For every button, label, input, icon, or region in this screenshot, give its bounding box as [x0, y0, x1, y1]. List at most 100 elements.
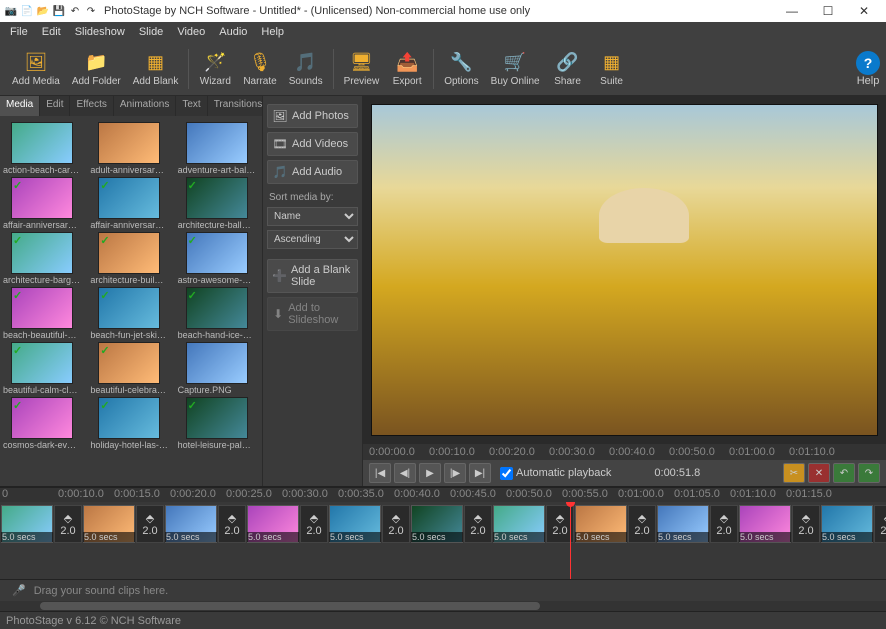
tool-share[interactable]: 🔗Share	[546, 49, 590, 89]
thumbnail-item[interactable]: ✓beach-fun-jet-ski-…	[89, 287, 169, 340]
menu-audio[interactable]: Audio	[213, 24, 253, 40]
tool-sounds[interactable]: 🎵Sounds	[283, 49, 329, 89]
undo-icon[interactable]: ↶	[68, 4, 82, 18]
add-audio-button[interactable]: 🎵Add Audio	[267, 160, 358, 184]
audio-track[interactable]: Drag your sound clips here.	[0, 579, 886, 601]
menu-help[interactable]: Help	[255, 24, 290, 40]
tab-text[interactable]: Text	[176, 96, 207, 116]
tab-effects[interactable]: Effects	[70, 96, 113, 116]
add-slideshow-button[interactable]: ⬇Add to Slideshow	[267, 297, 358, 331]
clip[interactable]: 5.0 secs	[83, 505, 135, 561]
video-icon: 🎞	[272, 137, 288, 151]
tool-narrate[interactable]: 🎙Narrate	[237, 49, 282, 89]
thumbnail-item[interactable]: ✓beach-hand-ice-cr…	[177, 287, 257, 340]
tab-animations[interactable]: Animations	[114, 96, 176, 116]
transition[interactable]: ⬘2.0	[628, 505, 656, 543]
tool-options[interactable]: 🔧Options	[438, 49, 484, 89]
tool-buy-online[interactable]: 🛒Buy Online	[485, 49, 546, 89]
clip[interactable]: 5.0 secs	[247, 505, 299, 561]
preview-panel: 0:00:00.00:00:10.00:00:20.00:00:30.00:00…	[363, 96, 886, 486]
thumbnail-item[interactable]: ✓beautiful-celebrati…	[89, 342, 169, 395]
delete-button[interactable]: ✕	[808, 463, 830, 483]
thumbnail-item[interactable]: action-beach-care…	[2, 122, 82, 175]
help-icon[interactable]: ?	[856, 51, 880, 75]
add-videos-button[interactable]: 🎞Add Videos	[267, 132, 358, 156]
sort-field-select[interactable]: Name	[267, 207, 358, 226]
tab-transitions[interactable]: Transitions	[208, 96, 270, 116]
add-photos-button[interactable]: 🖼Add Photos	[267, 104, 358, 128]
minimize-button[interactable]: —	[774, 0, 810, 22]
clip[interactable]: 5.0 secs	[821, 505, 873, 561]
thumbnail-item[interactable]: ✓holiday-hotel-las-v…	[89, 397, 169, 450]
clip[interactable]: 5.0 secs	[657, 505, 709, 561]
clip[interactable]: 5.0 secs	[411, 505, 463, 561]
thumbnail-item[interactable]: ✓architecture-barg…	[2, 232, 82, 285]
transition[interactable]: ⬘2.0	[382, 505, 410, 543]
menu-file[interactable]: File	[4, 24, 34, 40]
tab-media[interactable]: Media	[0, 96, 40, 116]
new-icon[interactable]: 📄	[20, 4, 34, 18]
thumbnail-item[interactable]: ✓hotel-leisure-palm-…	[177, 397, 257, 450]
save-icon[interactable]: 💾	[52, 4, 66, 18]
goto-end-button[interactable]: ▶|	[469, 463, 491, 483]
menu-slide[interactable]: Slide	[133, 24, 169, 40]
tool-add-blank[interactable]: ▦Add Blank	[127, 49, 185, 89]
prev-button[interactable]: ◀|	[394, 463, 416, 483]
playhead[interactable]	[570, 502, 571, 579]
thumbnail-item[interactable]: ✓beautiful-calm-clo…	[2, 342, 82, 395]
autoplay-checkbox[interactable]: Automatic playback	[500, 467, 611, 480]
thumbnail-item[interactable]: ✓astro-awesome-bl…	[177, 232, 257, 285]
timeline-track[interactable]: 5.0 secs⬘2.05.0 secs⬘2.05.0 secs⬘2.05.0 …	[0, 502, 886, 579]
transition[interactable]: ⬘2.0	[874, 505, 886, 543]
thumbnail-item[interactable]: ✓beach-beautiful-bi…	[2, 287, 82, 340]
maximize-button[interactable]: ☐	[810, 0, 846, 22]
open-icon[interactable]: 📂	[36, 4, 50, 18]
thumbnail-item[interactable]: ✓affair-anniversary…	[89, 177, 169, 230]
transition[interactable]: ⬘2.0	[54, 505, 82, 543]
redo-button[interactable]: ↷	[858, 463, 880, 483]
menu-edit[interactable]: Edit	[36, 24, 67, 40]
menu-video[interactable]: Video	[171, 24, 211, 40]
thumbnail-item[interactable]: adult-anniversary…	[89, 122, 169, 175]
add-blank-button[interactable]: ➕Add a Blank Slide	[267, 259, 358, 293]
clip[interactable]: 5.0 secs	[329, 505, 381, 561]
redo-icon[interactable]: ↷	[84, 4, 98, 18]
thumbnail-item[interactable]: ✓architecture-buildi…	[89, 232, 169, 285]
transition[interactable]: ⬘2.0	[464, 505, 492, 543]
tool-suite[interactable]: ▦Suite	[590, 49, 634, 89]
transition[interactable]: ⬘2.0	[792, 505, 820, 543]
clip[interactable]: 5.0 secs	[575, 505, 627, 561]
tab-edit[interactable]: Edit	[40, 96, 70, 116]
tool-add-media[interactable]: 🖼Add Media	[6, 49, 66, 89]
options-icon: 🔧	[449, 51, 473, 75]
thumbnail-item[interactable]: adventure-art-ball…	[177, 122, 257, 175]
tool-wizard[interactable]: 🪄Wizard	[193, 49, 237, 89]
thumbnail-item[interactable]: Capture.PNG	[177, 342, 257, 395]
play-button[interactable]: ▶	[419, 463, 441, 483]
tool-preview[interactable]: 🖥Preview	[338, 49, 386, 89]
transition[interactable]: ⬘2.0	[300, 505, 328, 543]
clip[interactable]: 5.0 secs	[1, 505, 53, 561]
transition[interactable]: ⬘2.0	[136, 505, 164, 543]
thumbnail-item[interactable]: ✓architecture-ballo…	[177, 177, 257, 230]
cut-button[interactable]: ✂	[783, 463, 805, 483]
clip[interactable]: 5.0 secs	[165, 505, 217, 561]
clip[interactable]: 5.0 secs	[493, 505, 545, 561]
close-button[interactable]: ✕	[846, 0, 882, 22]
app-icon: 📷	[4, 4, 18, 18]
timeline-ruler: 00:00:10.00:00:15.00:00:20.00:00:25.00:0…	[0, 488, 886, 502]
menu-slideshow[interactable]: Slideshow	[69, 24, 131, 40]
sort-dir-select[interactable]: Ascending	[267, 230, 358, 249]
next-button[interactable]: |▶	[444, 463, 466, 483]
transition[interactable]: ⬘2.0	[218, 505, 246, 543]
clip[interactable]: 5.0 secs	[739, 505, 791, 561]
transition-icon: ⬘	[228, 512, 236, 525]
thumbnail-item[interactable]: ✓cosmos-dark-eveni…	[2, 397, 82, 450]
goto-start-button[interactable]: |◀	[369, 463, 391, 483]
thumbnail-item[interactable]: ✓affair-anniversary…	[2, 177, 82, 230]
tool-export[interactable]: 📤Export	[385, 49, 429, 89]
transition[interactable]: ⬘2.0	[710, 505, 738, 543]
undo-button[interactable]: ↶	[833, 463, 855, 483]
tool-add-folder[interactable]: 📁Add Folder	[66, 49, 127, 89]
timeline-scrollbar[interactable]	[0, 601, 886, 611]
